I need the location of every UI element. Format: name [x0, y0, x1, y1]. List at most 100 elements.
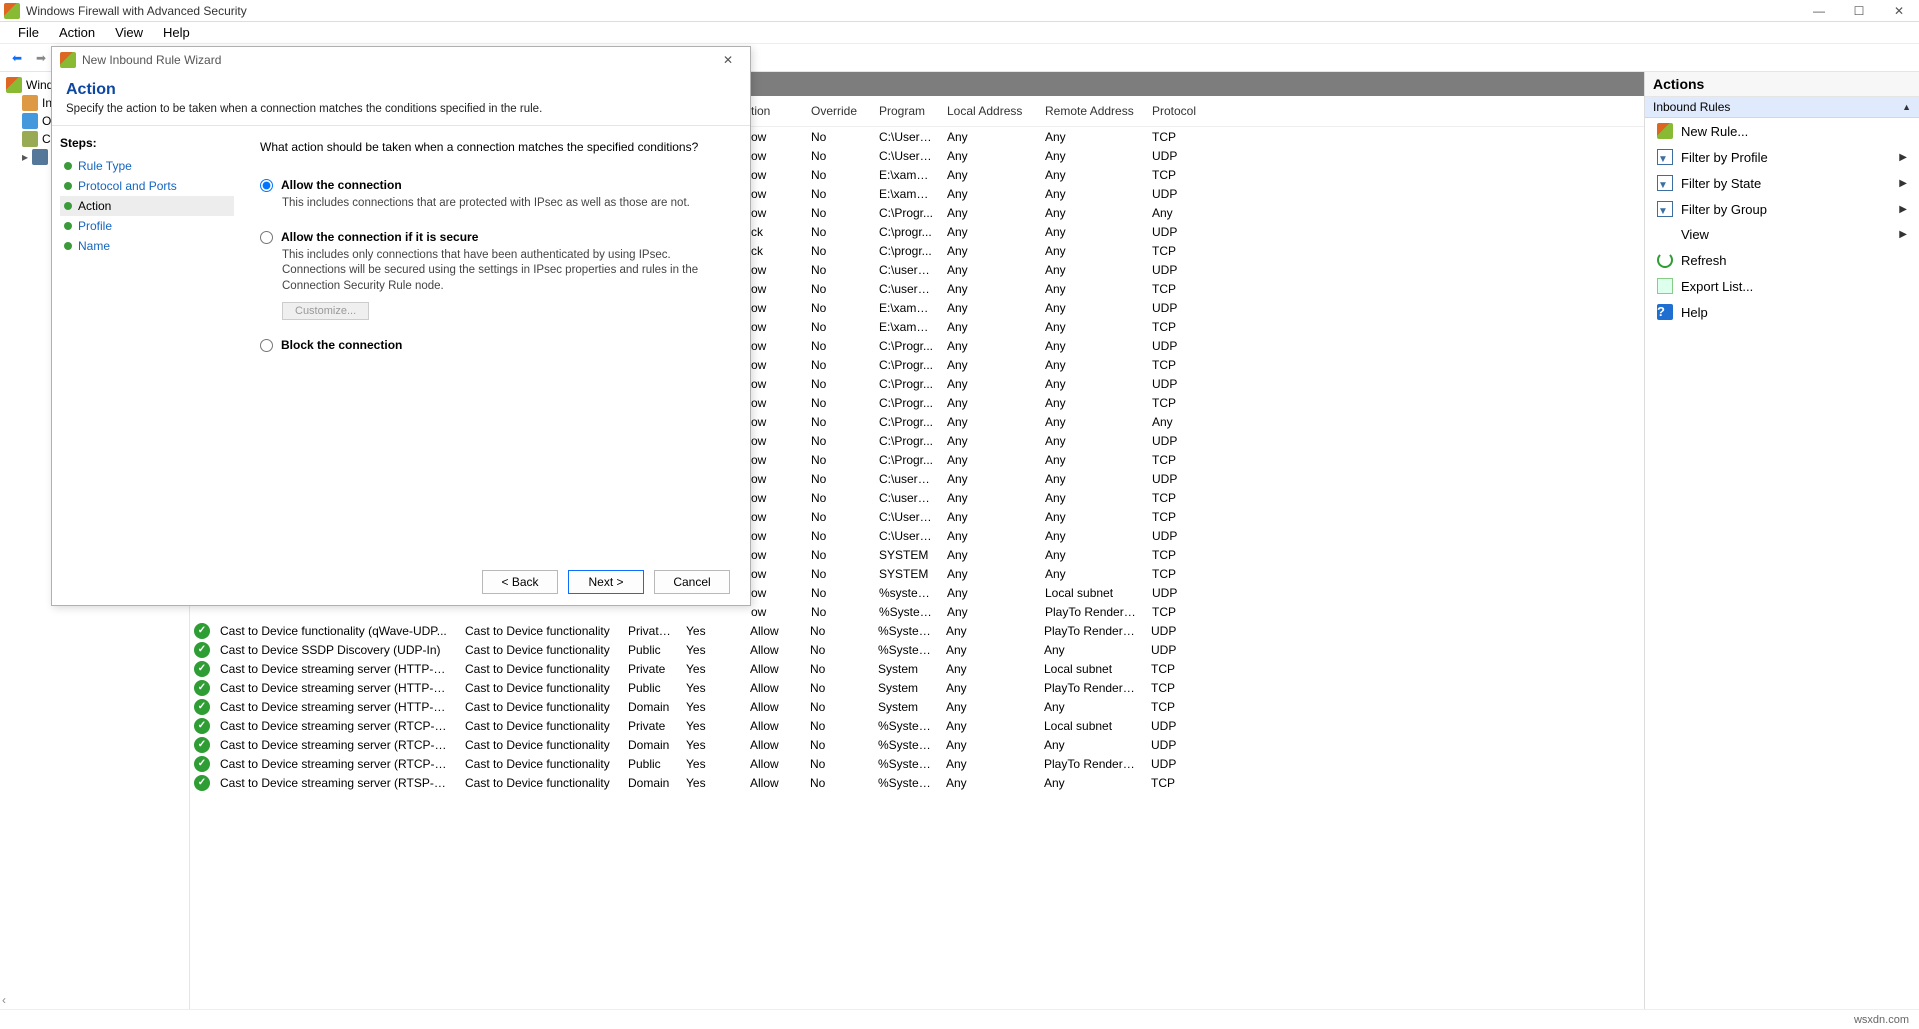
firewall-icon	[60, 52, 76, 68]
action-new-rule[interactable]: New Rule...	[1645, 118, 1919, 144]
col-override[interactable]: Override	[805, 100, 873, 122]
nav-forward-icon[interactable]: ➡	[30, 47, 52, 69]
table-row[interactable]: ✓Cast to Device streaming server (HTTP-S…	[190, 659, 1644, 678]
chevron-right-icon: ▶	[1899, 204, 1907, 215]
option-allow-row[interactable]: Allow the connection	[260, 178, 732, 192]
table-row[interactable]: ✓Cast to Device streaming server (RTSP-S…	[190, 773, 1644, 792]
action-filter-state[interactable]: Filter by State▶	[1645, 170, 1919, 196]
option-block-title: Block the connection	[281, 338, 402, 352]
check-icon: ✓	[194, 756, 210, 772]
rules-icon	[22, 131, 38, 147]
step-protocol[interactable]: Protocol and Ports	[60, 176, 234, 196]
cancel-button[interactable]: Cancel	[654, 570, 730, 594]
close-button[interactable]: ✕	[1879, 0, 1919, 22]
option-allow-desc: This includes connections that are prote…	[282, 196, 722, 212]
check-icon: ✓	[194, 718, 210, 734]
scroll-left-icon[interactable]: ‹	[2, 993, 16, 1007]
filter-icon	[1657, 149, 1673, 165]
dialog-subheading: Specify the action to be taken when a co…	[66, 103, 736, 115]
step-label: Rule Type	[78, 159, 132, 173]
wizard-steps: Steps: Rule Type Protocol and Ports Acti…	[52, 126, 242, 559]
menu-action[interactable]: Action	[49, 25, 105, 40]
check-icon: ✓	[194, 737, 210, 753]
title-bar: Windows Firewall with Advanced Security …	[0, 0, 1919, 22]
action-filter-group[interactable]: Filter by Group ▶	[1645, 196, 1919, 222]
nav-back-icon[interactable]: ⬅	[6, 47, 28, 69]
expand-icon[interactable]: ▸	[22, 150, 28, 164]
filter-group-label: Filter by Group	[1681, 202, 1767, 217]
table-row[interactable]: ✓Cast to Device streaming server (HTTP-S…	[190, 697, 1644, 716]
col-protocol[interactable]: Protocol	[1146, 100, 1221, 122]
action-filter-profile[interactable]: Filter by Profile▶	[1645, 144, 1919, 170]
menu-help[interactable]: Help	[153, 25, 200, 40]
table-row[interactable]: ✓Cast to Device streaming server (RTCP-S…	[190, 716, 1644, 735]
actions-title: Actions	[1645, 72, 1919, 97]
col-action[interactable]: tion	[745, 100, 805, 122]
col-local-address[interactable]: Local Address	[941, 100, 1039, 122]
chevron-right-icon: ▶	[1899, 229, 1907, 240]
refresh-icon	[1657, 252, 1673, 268]
step-label: Protocol and Ports	[78, 179, 177, 193]
action-export[interactable]: Export List...	[1645, 273, 1919, 299]
radio-block[interactable]	[260, 339, 273, 352]
check-icon: ✓	[194, 661, 210, 677]
tree-connection-label: C	[42, 132, 51, 146]
tree-outbound-label: O	[42, 114, 51, 128]
dialog-titlebar[interactable]: New Inbound Rule Wizard ✕	[52, 47, 750, 73]
action-refresh[interactable]: Refresh	[1645, 247, 1919, 273]
radio-allow-secure[interactable]	[260, 231, 273, 244]
rules-icon	[22, 95, 38, 111]
col-remote-address[interactable]: Remote Address	[1039, 100, 1146, 122]
step-rule-type[interactable]: Rule Type	[60, 156, 234, 176]
step-action[interactable]: Action	[60, 196, 234, 216]
bullet-icon	[64, 182, 72, 190]
help-icon: ?	[1657, 304, 1673, 320]
option-block-row[interactable]: Block the connection	[260, 338, 732, 352]
col-program[interactable]: Program	[873, 100, 941, 122]
dialog-question: What action should be taken when a conne…	[260, 140, 732, 154]
option-allow-title: Allow the connection	[281, 178, 402, 192]
window-title: Windows Firewall with Advanced Security	[26, 4, 1799, 18]
check-icon: ✓	[194, 775, 210, 791]
step-name[interactable]: Name	[60, 236, 234, 256]
step-profile[interactable]: Profile	[60, 216, 234, 236]
option-allow-secure-row[interactable]: Allow the connection if it is secure	[260, 230, 732, 244]
check-icon: ✓	[194, 642, 210, 658]
bullet-icon	[64, 202, 72, 210]
dialog-close-button[interactable]: ✕	[714, 53, 742, 67]
filter-icon	[1657, 201, 1673, 217]
refresh-label: Refresh	[1681, 253, 1727, 268]
table-row[interactable]: ✓Cast to Device SSDP Discovery (UDP-In)C…	[190, 640, 1644, 659]
chevron-right-icon: ▶	[1899, 152, 1907, 163]
option-allow-secure-title: Allow the connection if it is secure	[281, 230, 478, 244]
option-allow-secure: Allow the connection if it is secure Thi…	[260, 230, 732, 321]
filter-state-label: Filter by State	[1681, 176, 1761, 191]
bullet-icon	[64, 222, 72, 230]
dialog-header: Action Specify the action to be taken wh…	[52, 73, 750, 126]
check-icon: ✓	[194, 680, 210, 696]
minimize-button[interactable]: —	[1799, 0, 1839, 22]
table-row[interactable]: ✓Cast to Device streaming server (RTCP-S…	[190, 735, 1644, 754]
table-row[interactable]: ✓Cast to Device streaming server (RTCP-S…	[190, 754, 1644, 773]
menu-view[interactable]: View	[105, 25, 153, 40]
back-button[interactable]: < Back	[482, 570, 558, 594]
table-row[interactable]: ✓Cast to Device streaming server (HTTP-S…	[190, 678, 1644, 697]
next-button[interactable]: Next >	[568, 570, 644, 594]
maximize-button[interactable]: ☐	[1839, 0, 1879, 22]
actions-section[interactable]: Inbound Rules ▲	[1645, 97, 1919, 118]
step-label: Profile	[78, 219, 112, 233]
new-rule-label: New Rule...	[1681, 124, 1748, 139]
steps-label: Steps:	[60, 136, 234, 150]
table-row[interactable]: ✓Cast to Device functionality (qWave-UDP…	[190, 621, 1644, 640]
collapse-icon[interactable]: ▲	[1902, 102, 1911, 112]
menu-file[interactable]: File	[8, 25, 49, 40]
step-label: Action	[78, 199, 111, 213]
filter-icon	[1657, 175, 1673, 191]
firewall-icon	[4, 3, 20, 19]
step-label: Name	[78, 239, 110, 253]
action-help[interactable]: ?Help	[1645, 299, 1919, 325]
radio-allow[interactable]	[260, 179, 273, 192]
action-view[interactable]: View▶	[1645, 222, 1919, 247]
dialog-buttons: < Back Next > Cancel	[52, 559, 750, 605]
actions-section-label: Inbound Rules	[1653, 100, 1730, 114]
